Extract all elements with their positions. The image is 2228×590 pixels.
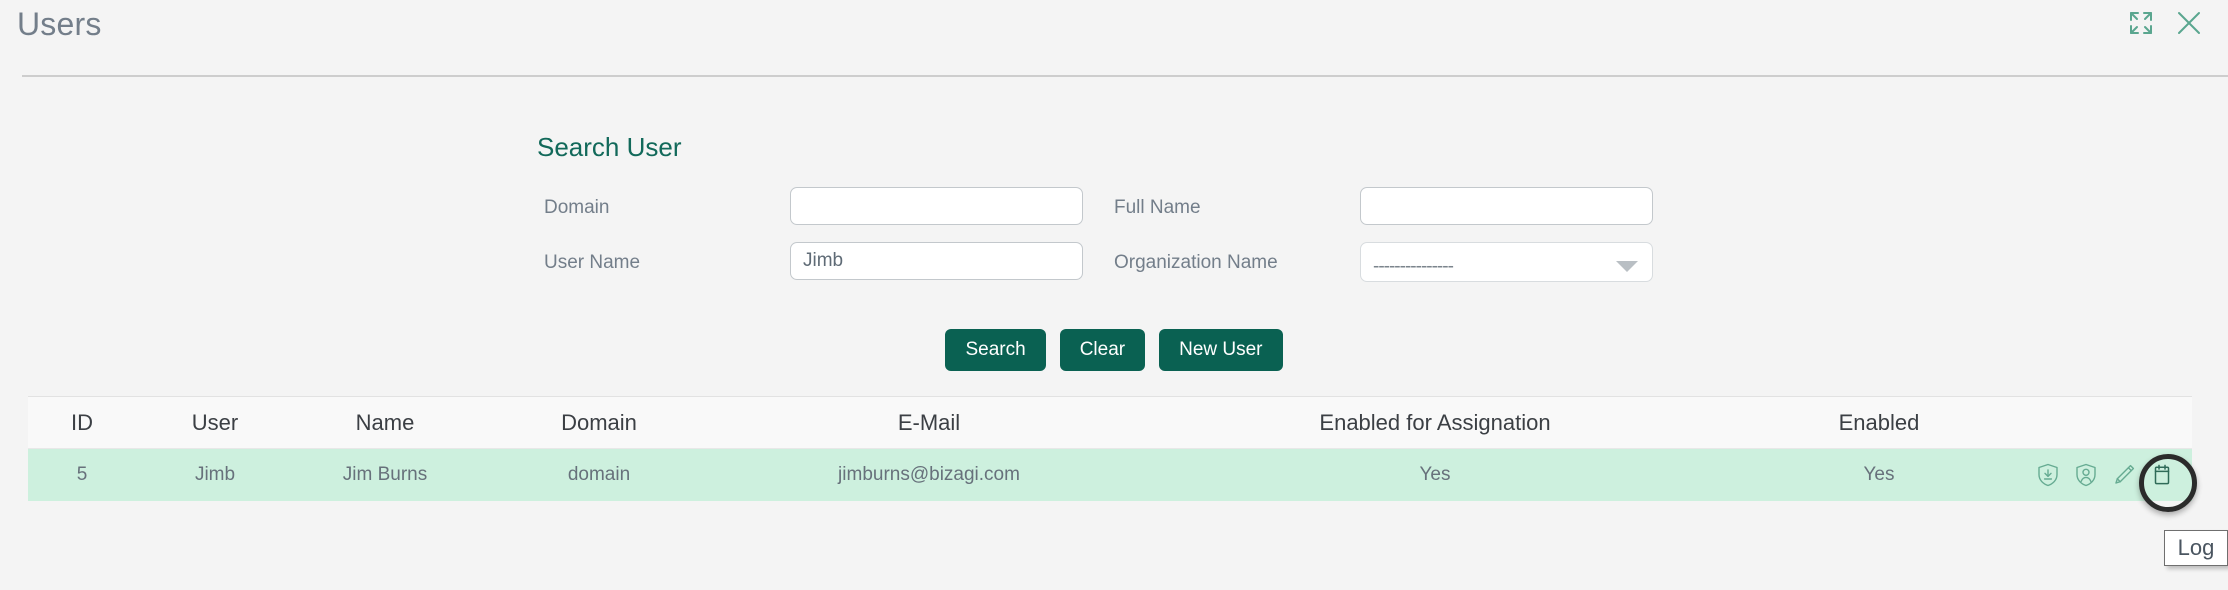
users-results-table: ID User Name Domain E-Mail Enabled for A… bbox=[28, 396, 2192, 501]
table-row[interactable]: 5 Jimb Jim Burns domain jimburns@bizagi.… bbox=[28, 448, 2192, 502]
domain-label: Domain bbox=[544, 197, 610, 218]
window-action-bar bbox=[2124, 6, 2206, 40]
column-header-actions bbox=[2024, 396, 2192, 449]
cell-name: Jim Burns bbox=[342, 464, 428, 485]
window-header: Users bbox=[0, 0, 2228, 77]
log-tooltip: Log bbox=[2164, 530, 2228, 566]
cell-domain: domain bbox=[567, 464, 631, 485]
organization-name-value: --------------- bbox=[1373, 256, 1454, 277]
cell-enabled: Yes bbox=[1863, 464, 1895, 485]
cell-id: 5 bbox=[76, 464, 88, 485]
full-name-input[interactable] bbox=[1360, 187, 1653, 225]
form-row-1: Domain Full Name bbox=[0, 187, 2228, 242]
row-action-group bbox=[2024, 449, 2192, 501]
page-title: Users bbox=[17, 6, 102, 42]
search-button[interactable]: Search bbox=[945, 329, 1046, 371]
column-header-id[interactable]: ID bbox=[28, 396, 136, 449]
expand-icon[interactable] bbox=[2124, 6, 2158, 40]
search-panel-title: Search User bbox=[537, 132, 682, 162]
column-header-domain[interactable]: Domain bbox=[476, 396, 722, 449]
search-user-panel: Search User Domain Full Name User Name O… bbox=[0, 77, 2228, 397]
user-name-label: User Name bbox=[544, 252, 641, 273]
new-user-button[interactable]: New User bbox=[1159, 329, 1283, 371]
cell-email: jimburns@bizagi.com bbox=[838, 464, 1020, 485]
clipboard-log-icon[interactable] bbox=[2148, 461, 2176, 489]
form-row-2: User Name Organization Name ------------… bbox=[0, 242, 2228, 297]
organization-name-select[interactable]: --------------- bbox=[1360, 242, 1653, 282]
clear-button[interactable]: Clear bbox=[1059, 329, 1146, 371]
organization-name-label: Organization Name bbox=[1114, 252, 1278, 273]
close-icon[interactable] bbox=[2172, 6, 2206, 40]
chevron-down-icon bbox=[1616, 261, 1638, 272]
shield-user-icon[interactable] bbox=[2072, 461, 2100, 489]
column-header-user[interactable]: User bbox=[136, 396, 294, 449]
pencil-icon[interactable] bbox=[2110, 461, 2138, 489]
cell-user: Jimb bbox=[194, 464, 236, 485]
column-header-enabled-for-assignation[interactable]: Enabled for Assignation bbox=[1136, 396, 1734, 449]
cell-actions bbox=[2024, 449, 2192, 502]
cell-enabled-for-assignation: Yes bbox=[1419, 464, 1451, 485]
full-name-label: Full Name bbox=[1114, 197, 1201, 218]
domain-input[interactable] bbox=[790, 187, 1083, 225]
shield-download-icon[interactable] bbox=[2034, 461, 2062, 489]
column-header-name[interactable]: Name bbox=[294, 396, 476, 449]
log-tooltip-text: Log bbox=[2177, 535, 2215, 560]
user-name-input[interactable] bbox=[790, 242, 1083, 280]
search-form: Domain Full Name User Name Organization … bbox=[0, 187, 2228, 297]
search-button-row: Search Clear New User bbox=[0, 329, 2228, 371]
table-header-row: ID User Name Domain E-Mail Enabled for A… bbox=[28, 396, 2192, 449]
column-header-enabled[interactable]: Enabled bbox=[1734, 396, 2024, 449]
column-header-email[interactable]: E-Mail bbox=[722, 396, 1136, 449]
